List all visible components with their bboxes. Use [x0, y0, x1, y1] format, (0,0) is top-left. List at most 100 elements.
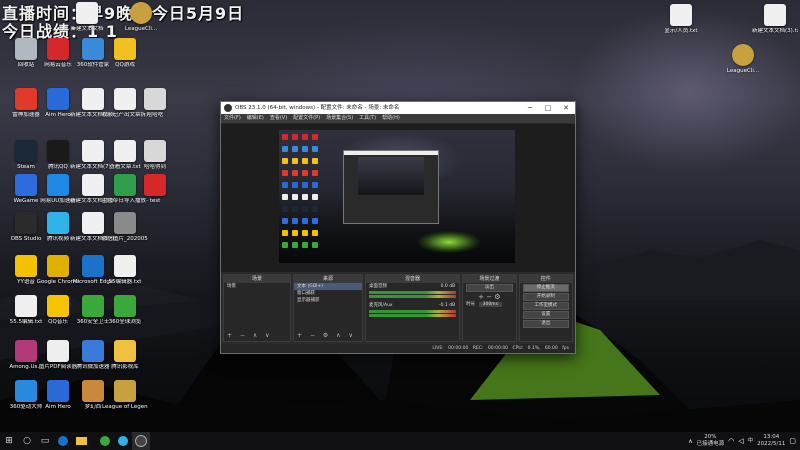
heart-icon	[144, 174, 166, 196]
folder-icon	[114, 340, 136, 362]
exit-button[interactable]: 退出	[522, 320, 569, 328]
tencent-video-taskbar-icon[interactable]	[114, 432, 132, 450]
wegame-icon	[15, 174, 37, 196]
lol-icon	[130, 2, 152, 24]
menu-file[interactable]: 文件(F)	[224, 114, 241, 123]
start-recording-button[interactable]: 开始录制	[522, 293, 569, 301]
archive-icon	[15, 340, 37, 362]
app-icon	[144, 88, 166, 110]
stop-streaming-button[interactable]: 停止推流	[522, 284, 569, 292]
lol-icon	[114, 380, 136, 402]
image-file-icon	[114, 212, 136, 234]
chrome-icon	[47, 255, 69, 277]
settings-button[interactable]: 设置	[522, 311, 569, 319]
preview-desktop-icon	[282, 158, 288, 164]
battery-percent: 20%	[704, 434, 717, 440]
obs-menu-bar: 文件(F) 编辑(E) 查看(V) 配置文件(P) 场景集合(S) 工具(T) …	[221, 114, 575, 123]
menu-help[interactable]: 帮助(H)	[382, 114, 400, 123]
desktop-icon[interactable]: 微信图片_2020051...	[102, 212, 148, 243]
obs-preview-area[interactable]	[221, 124, 575, 272]
preview-desktop-icon	[312, 218, 318, 224]
360-taskbar-icon[interactable]	[96, 432, 114, 450]
scenes-dock: 场景 场景 + − ∧ ∨	[223, 274, 292, 342]
desktop-icon[interactable]: 360全球浏览	[102, 295, 148, 326]
transition-toolbar[interactable]: + − ⚙	[463, 293, 515, 301]
menu-scene-collection[interactable]: 场景集合(S)	[326, 114, 353, 123]
transition-select[interactable]: 淡出	[466, 284, 513, 292]
clock[interactable]: 13:04 2022/5/11	[757, 434, 785, 448]
menu-profile[interactable]: 配置文件(P)	[293, 114, 320, 123]
menu-edit[interactable]: 编辑(E)	[247, 114, 264, 123]
preview-desktop-icon	[292, 230, 298, 236]
obs-logo-icon	[224, 104, 232, 112]
obs-title-bar[interactable]: OBS 23.1.0 (64-bit, windows) - 配置文件: 未命名…	[221, 102, 575, 114]
source-item[interactable]: 窗口捕获	[294, 290, 362, 297]
system-tray: ∧ 20% 已接通电源 ◠ ◁ 中 13:04 2022/5/11 ▢	[688, 432, 800, 450]
desktop-icon-text-file-right-2[interactable]: 新建文本文档(3).txt	[752, 4, 798, 35]
search-icon[interactable]: ○	[18, 432, 36, 450]
aim-hero-icon	[47, 88, 69, 110]
audio-meter	[368, 310, 457, 313]
mixer-channel-name: 麦克风/Aux -0.1 dB	[366, 302, 459, 309]
qq-music-icon	[47, 295, 69, 317]
desktop-icon[interactable]: 55编辑器.txt	[102, 255, 148, 286]
obs-taskbar-icon[interactable]	[132, 432, 150, 450]
steam-icon	[15, 140, 37, 162]
studio-mode-button[interactable]: 工作室模式	[522, 302, 569, 310]
transitions-dock: 场景过渡 淡出 + − ⚙ 时长 300ms	[462, 274, 517, 342]
mixer-channel-label: 麦克风/Aux	[368, 303, 393, 308]
preview-desktop-icon	[302, 194, 308, 200]
battery-status[interactable]: 20% 已接通电源	[697, 434, 725, 448]
desktop-icon[interactable]: QQ游戏	[102, 38, 148, 69]
preview-desktop-icon	[282, 170, 288, 176]
scene-item[interactable]: 场景	[224, 283, 290, 290]
desktop-icon[interactable]: 哈哈吃	[132, 88, 178, 119]
duration-input[interactable]: 300ms	[478, 302, 502, 307]
input-language[interactable]: 中	[748, 438, 754, 445]
desktop-icon[interactable]: 腾讯影视库	[102, 340, 148, 371]
start-button[interactable]: ⊞	[0, 432, 18, 450]
preview-desktop-icon	[292, 194, 298, 200]
preview-desktop-icon	[292, 146, 298, 152]
desktop-icon-text-file[interactable]: 新建文本文档	[64, 2, 110, 33]
desktop-icon[interactable]: test	[132, 174, 178, 205]
preview-desktop-icon	[312, 134, 318, 140]
scenes-toolbar[interactable]: + − ∧ ∨	[227, 332, 273, 339]
edge-taskbar-icon[interactable]	[54, 432, 72, 450]
sources-dock: 来源 文本 (GDI+) 窗口捕获 显示器捕获 + − ⚙ ∧ ∨	[293, 274, 363, 342]
obs-window[interactable]: OBS 23.1.0 (64-bit, windows) - 配置文件: 未命名…	[220, 101, 576, 354]
source-item[interactable]: 显示器捕获	[294, 297, 362, 304]
desktop-icon[interactable]: 哈哈得到	[132, 140, 178, 171]
preview-desktop-icon	[312, 206, 318, 212]
desktop-icon-league-client[interactable]: LeagueCli...	[118, 2, 164, 33]
preview-desktop-icon	[282, 218, 288, 224]
source-item[interactable]: 文本 (GDI+)	[294, 283, 362, 290]
desktop-icon[interactable]: League of Legends	[102, 380, 148, 411]
menu-view[interactable]: 查看(V)	[270, 114, 287, 123]
preview-desktop-icon	[292, 158, 298, 164]
notification-icon[interactable]: ▢	[789, 437, 796, 445]
preview-desktop-icon	[302, 170, 308, 176]
maximize-button[interactable]: □	[539, 102, 557, 114]
preview-desktop-icon	[282, 242, 288, 248]
clock-date: 2022/5/11	[757, 441, 786, 447]
desktop-icon-league-client-right[interactable]: LeagueCli...	[720, 44, 766, 75]
volume-icon[interactable]: ◁	[738, 437, 743, 445]
leishen-icon	[15, 88, 37, 110]
close-button[interactable]: ✕	[557, 102, 575, 114]
menu-tools[interactable]: 工具(T)	[359, 114, 376, 123]
network-icon[interactable]: ◠	[728, 437, 734, 445]
mixer-channel-name: 桌面音频 0.0 dB	[366, 283, 459, 290]
audio-meter	[368, 295, 457, 298]
status-live: LIVE: 00:00:00	[432, 346, 469, 351]
tray-chevron-icon[interactable]: ∧	[688, 438, 692, 445]
text-file-icon	[764, 4, 786, 26]
task-view-icon[interactable]: ▭	[36, 432, 54, 450]
qq-game-icon	[114, 38, 136, 60]
file-explorer-icon[interactable]	[72, 432, 90, 450]
desktop-icon-text-file-right[interactable]: 显示/人员.txt	[658, 4, 704, 35]
preview-canvas[interactable]	[279, 130, 515, 263]
minimize-button[interactable]: ─	[521, 102, 539, 114]
nested-obs-window	[343, 150, 439, 224]
sources-toolbar[interactable]: + − ⚙ ∧ ∨	[297, 332, 356, 339]
